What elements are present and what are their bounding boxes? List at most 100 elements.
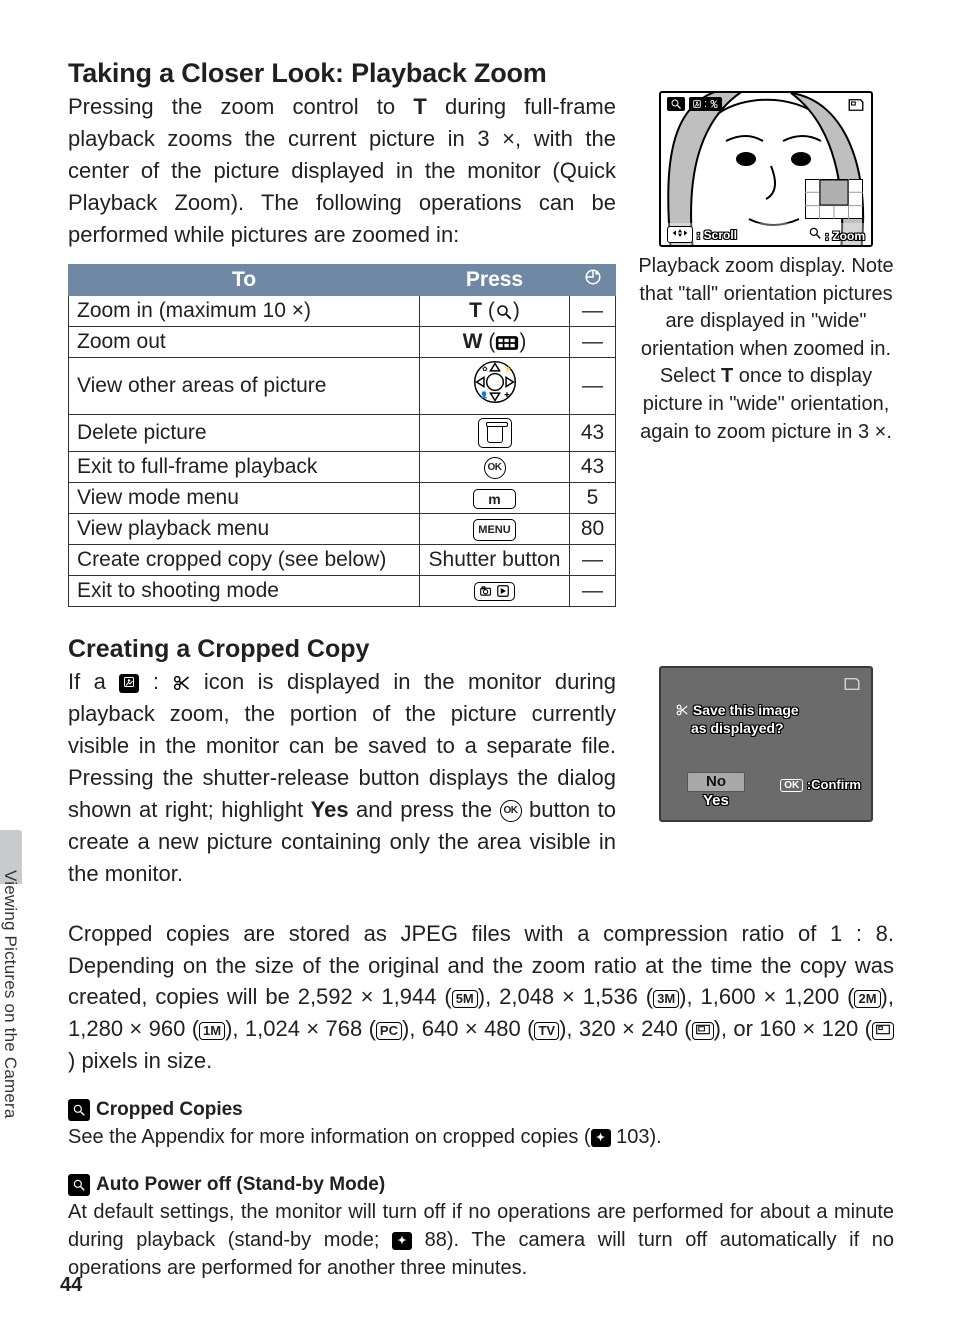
cell-to: View playback menu <box>69 514 420 545</box>
table-row: Zoom in (maximum 10 ×)T ()— <box>69 296 616 327</box>
text: and press the <box>349 797 500 822</box>
screen-caption: Playback zoom display. Note that "tall" … <box>638 253 894 446</box>
playback-zoom-paragraph: Pressing the zoom control to T during fu… <box>68 91 616 250</box>
manual-page: Viewing Pictures on the Camera Taking a … <box>0 0 954 1323</box>
cell-to: Exit to shooting mode <box>69 576 420 607</box>
cell-to: Zoom in (maximum 10 ×) <box>69 296 420 327</box>
cell-ref: — <box>570 358 616 415</box>
cell-ref: — <box>570 327 616 358</box>
multi-selector-icon: OK✿⚡👤✚ <box>467 360 523 404</box>
table-row: Exit to full-frame playbackOK43 <box>69 452 616 483</box>
size-tv-icon: TV <box>534 1022 559 1040</box>
text: ), 640 × 480 ( <box>402 1016 534 1041</box>
magnifier-icon <box>667 97 685 111</box>
cell-ref: — <box>570 296 616 327</box>
col-ref <box>570 265 616 296</box>
thumbnails-icon <box>495 335 519 351</box>
note-body-cropped: See the Appendix for more information on… <box>68 1123 894 1151</box>
table-row: Exit to shooting mode — <box>69 576 616 607</box>
dialog-line2: as displayed? <box>691 720 784 736</box>
playback-zoom-screen: : <box>659 91 873 247</box>
cell-to: Create cropped copy (see below) <box>69 545 420 576</box>
size-320-icon <box>692 1022 714 1040</box>
text: ), or 160 × 120 ( <box>714 1016 872 1041</box>
cell-to: Zoom out <box>69 327 420 358</box>
left-column-2: If a : icon is displayed in the monitor … <box>68 666 616 889</box>
magnifier-icon <box>495 303 513 321</box>
text: ) pixels in size. <box>68 1048 212 1073</box>
confirm-hint: OK :Confirm <box>780 777 861 792</box>
right-column-2: Save this image as displayed? No Yes OK … <box>638 666 894 889</box>
dialog-question: Save this image as displayed? <box>675 702 799 737</box>
two-column-layout: Pressing the zoom control to T during fu… <box>68 91 894 607</box>
note-body-autopower: At default settings, the monitor will tu… <box>68 1198 894 1283</box>
svg-text:✚: ✚ <box>504 392 509 399</box>
memory-icon <box>847 97 865 116</box>
table-row: View playback menu MENU 80 <box>69 514 616 545</box>
cell-press: MENU <box>420 514 570 545</box>
side-thumb-tab: Viewing Pictures on the Camera <box>0 870 22 1130</box>
cell-press: W () <box>420 327 570 358</box>
menu-button-icon: MENU <box>473 519 515 541</box>
memory-icon <box>843 676 861 695</box>
cell-ref: 43 <box>570 452 616 483</box>
svg-text:⚡: ⚡ <box>504 365 512 373</box>
crop-mode-icon <box>119 674 139 693</box>
minimap <box>805 179 863 219</box>
cell-ref: 80 <box>570 514 616 545</box>
text: 103). <box>611 1126 662 1148</box>
cell-to: Delete picture <box>69 415 420 452</box>
table-row: View mode menum5 <box>69 483 616 514</box>
option-no[interactable]: No <box>687 772 745 792</box>
section-title-cropped-copy: Creating a Cropped Copy <box>68 635 894 664</box>
col-press: Press <box>420 265 570 296</box>
screen-footer: : Scroll : Zoom <box>661 223 871 245</box>
two-column-layout-2: If a : icon is displayed in the monitor … <box>68 666 894 889</box>
cell-press: m <box>420 483 570 514</box>
section-title-playback-zoom: Taking a Closer Look: Playback Zoom <box>68 58 894 89</box>
table-row: Zoom outW ()— <box>69 327 616 358</box>
zoom-hint: : Zoom <box>808 226 865 243</box>
ok-box: OK <box>780 779 803 792</box>
cell-ref: — <box>570 545 616 576</box>
right-column: : <box>638 91 894 607</box>
text: ), 1,600 × 1,200 ( <box>679 984 854 1009</box>
note-title: Cropped Copies <box>96 1099 243 1121</box>
note-icon <box>68 1099 90 1121</box>
ok-button-icon: OK <box>500 800 522 822</box>
t-key: T <box>721 365 733 387</box>
size-1m-icon: 1M <box>199 1022 225 1040</box>
cell-press: OK✿⚡👤✚ <box>420 358 570 415</box>
text: Pressing the zoom control to <box>68 94 413 119</box>
screen-hud: : <box>667 97 722 111</box>
dialog-line1: Save this image <box>693 702 799 718</box>
operations-table: To Press Zoom in (maximum 10 ×)T ()—Zoom… <box>68 264 616 607</box>
dialog-options: No Yes <box>687 772 745 810</box>
cell-press <box>420 415 570 452</box>
table-row: Delete picture 43 <box>69 415 616 452</box>
note-heading-cropped: Cropped Copies <box>68 1099 894 1121</box>
cropped-copy-paragraph: If a : icon is displayed in the monitor … <box>68 666 616 889</box>
text: See the Appendix for more information on… <box>68 1126 591 1148</box>
scissors-icon <box>675 703 689 717</box>
cell-press <box>420 576 570 607</box>
shoot-play-button-icon <box>474 582 516 601</box>
svg-text:OK: OK <box>490 380 500 387</box>
size-3m-icon: 3M <box>653 990 679 1008</box>
trash-button-icon <box>478 418 512 448</box>
cell-ref: 43 <box>570 415 616 452</box>
page-ref-icon: ✦ <box>392 1232 412 1250</box>
colon: : <box>139 669 172 694</box>
text: ), 1,024 × 768 ( <box>225 1016 376 1041</box>
size-160-icon <box>872 1022 894 1040</box>
mode-button-icon: m <box>473 489 515 509</box>
scissors-icon <box>172 674 190 692</box>
t-key: T <box>413 94 426 119</box>
col-to: To <box>69 265 420 296</box>
option-yes[interactable]: Yes <box>687 792 745 810</box>
save-dialog-screen: Save this image as displayed? No Yes OK … <box>659 666 873 822</box>
yes-label: Yes <box>311 797 349 822</box>
left-column: Pressing the zoom control to T during fu… <box>68 91 616 607</box>
cell-to: View mode menu <box>69 483 420 514</box>
svg-text:✿: ✿ <box>482 366 487 373</box>
